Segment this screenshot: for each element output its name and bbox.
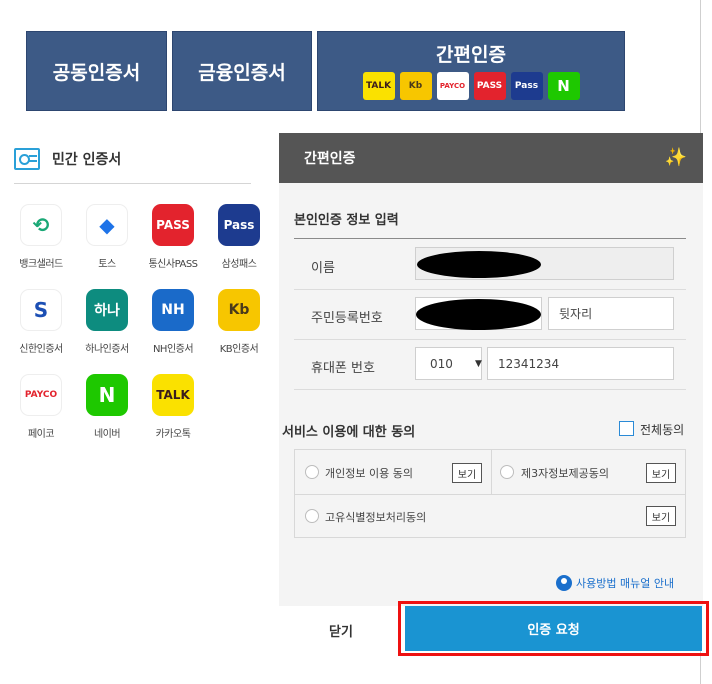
app-name: 페이코 [27, 429, 55, 440]
tab-joint-certificate[interactable]: 공동인증서 [26, 31, 167, 111]
app-logo-icon: S [20, 289, 62, 331]
divider [294, 339, 686, 340]
private-cert-app[interactable]: N 네이버 [74, 374, 140, 440]
app-logo-icon: ⟲ [20, 204, 62, 246]
divider [294, 289, 686, 290]
consent-third-party-radio[interactable] [500, 465, 514, 479]
app-logo-icon: PAYCO [20, 374, 62, 416]
panel-title: 간편인증 [304, 151, 356, 167]
sparkle-icon: ✨ [664, 147, 687, 168]
info-section-title: 본인인증 정보 입력 [294, 213, 399, 228]
tab-financial-certificate-label: 금융인증서 [198, 61, 286, 84]
tab-simple-auth[interactable]: 간편인증 TALK Kb PAYCO PASS Pass N [317, 31, 625, 111]
app-logo-icon: 하나 [86, 289, 128, 331]
rrn-back-placeholder: 뒷자리 [559, 307, 593, 321]
app-logo-icon: N [86, 374, 128, 416]
payco-icon: PAYCO [436, 72, 469, 100]
manual-link[interactable]: 사용방법 매뉴얼 안내 [556, 575, 674, 591]
private-certs-header: 민간 인증서 [14, 148, 121, 170]
divider [294, 389, 686, 390]
view-third-party-button[interactable]: 보기 [646, 463, 676, 483]
certificate-icon [14, 148, 40, 170]
divider [14, 183, 251, 184]
consent-third-party-label: 제3자정보제공동의 [521, 467, 609, 480]
app-logo-icon: Pass [218, 204, 260, 246]
close-button[interactable]: 닫기 [279, 606, 403, 654]
tab-financial-certificate[interactable]: 금융인증서 [172, 31, 312, 111]
private-cert-app[interactable]: ◆ 토스 [74, 204, 140, 270]
phone-prefix-select[interactable]: 010 [415, 347, 482, 380]
app-name: 삼성패스 [221, 259, 257, 270]
app-name: NH인증서 [152, 344, 194, 355]
request-auth-button-label: 인증 요청 [527, 623, 580, 638]
divider [491, 450, 492, 494]
consent-personal-label: 개인정보 이용 동의 [325, 467, 413, 480]
phone-label: 휴대폰 번호 [311, 361, 375, 376]
private-cert-app[interactable]: ⟲ 뱅크샐러드 [8, 204, 74, 270]
phone-prefix-value: 010 [430, 356, 453, 371]
consent-title: 서비스 이용에 대한 동의 [282, 425, 416, 440]
private-cert-app[interactable]: PAYCO 페이코 [8, 374, 74, 440]
tab-joint-certificate-label: 공동인증서 [52, 61, 141, 84]
consent-unique-id-label: 고유식별정보처리동의 [325, 511, 427, 524]
rrn-label: 주민등록번호 [311, 311, 383, 326]
divider [294, 238, 686, 239]
app-name: 토스 [98, 259, 116, 270]
consent-personal-radio[interactable] [305, 465, 319, 479]
divider [295, 494, 685, 495]
rrn-back-input[interactable]: 뒷자리 [548, 297, 674, 330]
consent-unique-id-radio[interactable] [305, 509, 319, 523]
app-name: 카카오톡 [155, 429, 191, 440]
view-button-label: 보기 [651, 512, 671, 524]
private-cert-app[interactable]: S 신한인증서 [8, 289, 74, 355]
manual-link-label: 사용방법 매뉴얼 안내 [576, 577, 675, 590]
naver-icon: N [547, 72, 580, 100]
name-label: 이름 [311, 261, 335, 276]
app-name: 신한인증서 [19, 344, 63, 355]
samsung-pass-icon: Pass [510, 72, 543, 100]
kakao-icon: TALK [362, 72, 395, 100]
redaction [417, 251, 541, 278]
panel-header: 간편인증 ✨ [279, 133, 703, 183]
view-button-label: 보기 [457, 469, 477, 481]
private-cert-app[interactable]: Kb KB인증서 [206, 289, 272, 355]
agree-all-label: 전체동의 [640, 423, 685, 437]
app-logo-icon: PASS [152, 204, 194, 246]
private-cert-app[interactable]: NH NH인증서 [140, 289, 206, 355]
view-button-label: 보기 [651, 469, 671, 481]
user-icon [556, 575, 572, 591]
private-cert-app[interactable]: 하나하나인증서 [74, 289, 140, 355]
redaction [416, 299, 541, 330]
agree-all-checkbox[interactable] [619, 421, 634, 436]
app-name: 하나인증서 [85, 344, 129, 355]
private-cert-app[interactable]: Pass 삼성패스 [206, 204, 272, 270]
app-logo-icon: NH [152, 289, 194, 331]
private-cert-app[interactable]: PASS 통신사PASS [140, 204, 206, 270]
app-logo-icon: ◆ [86, 204, 128, 246]
kb-icon: Kb [399, 72, 432, 100]
view-personal-button[interactable]: 보기 [452, 463, 482, 483]
app-logo-icon: Kb [218, 289, 260, 331]
view-unique-id-button[interactable]: 보기 [646, 506, 676, 526]
close-button-label: 닫기 [329, 624, 353, 640]
simple-auth-provider-icons: TALK Kb PAYCO PASS Pass N [362, 72, 580, 100]
dropdown-arrow-icon: ▼ [475, 359, 482, 369]
pass-icon: PASS [473, 72, 506, 100]
app-name: 통신사PASS [148, 259, 198, 270]
app-logo-icon: TALK [152, 374, 194, 416]
private-certs-title: 민간 인증서 [52, 152, 122, 168]
tab-simple-auth-label: 간편인증 [436, 44, 506, 66]
private-cert-app[interactable]: TALK 카카오톡 [140, 374, 206, 440]
request-auth-button[interactable]: 인증 요청 [405, 606, 702, 651]
app-name: 네이버 [93, 429, 121, 440]
phone-number-value: 12341234 [498, 356, 560, 371]
app-name: KB인증서 [219, 344, 259, 355]
app-name: 뱅크샐러드 [19, 259, 63, 270]
phone-number-input[interactable]: 12341234 [487, 347, 674, 380]
